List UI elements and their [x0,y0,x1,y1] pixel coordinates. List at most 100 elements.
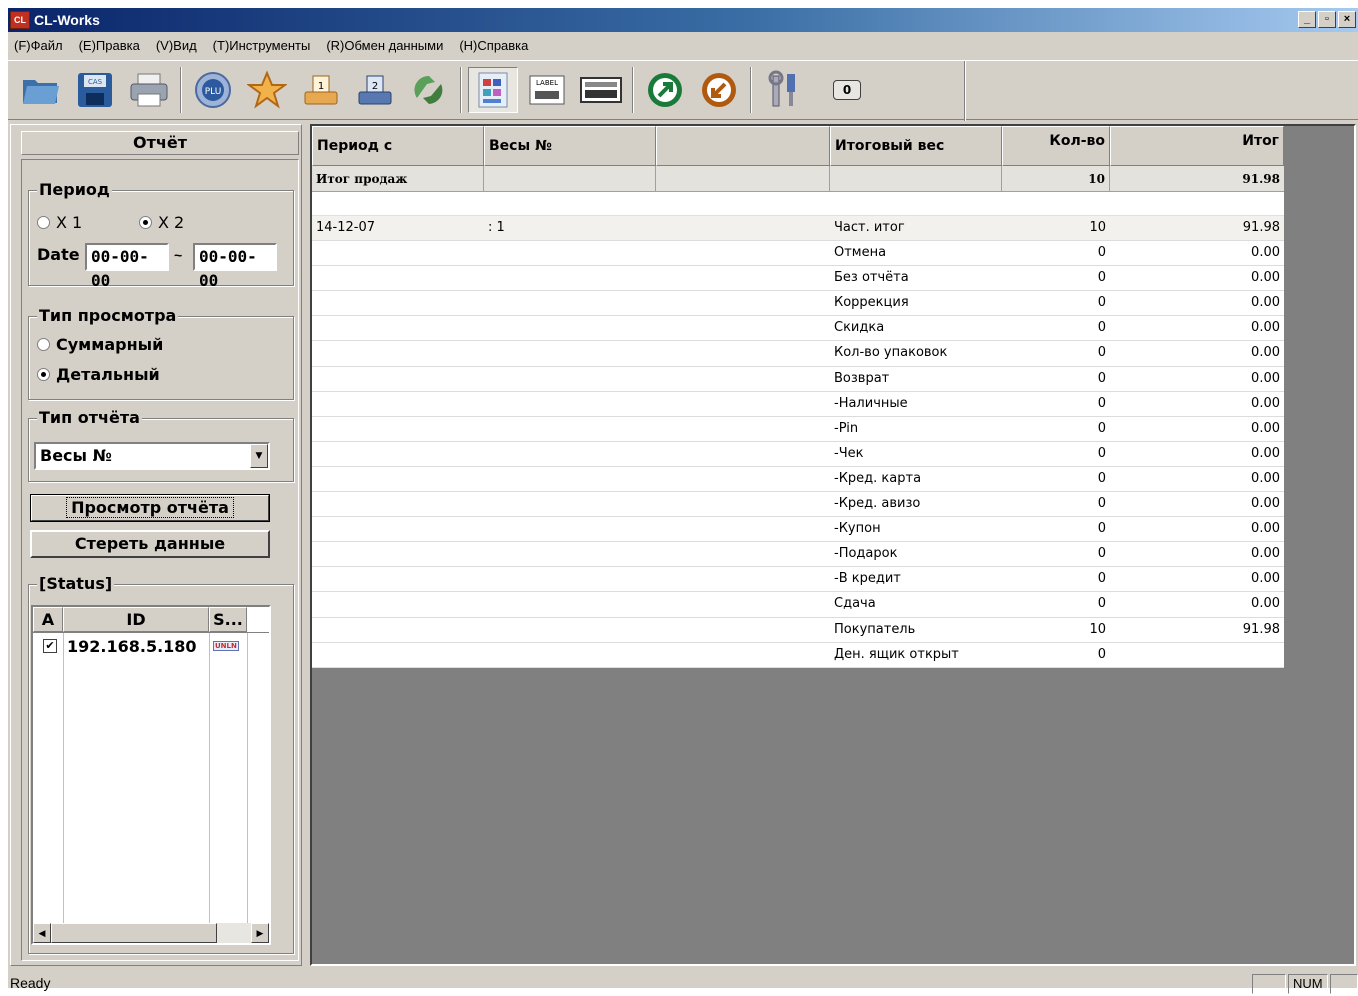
sales-total-row[interactable]: Итог продаж 10 91.98 [312,166,1284,192]
minimize-button[interactable]: _ [1298,11,1316,28]
view-summary-radio[interactable]: Суммарный [37,335,163,354]
cell-name: -Наличные [834,395,908,411]
col-id-header[interactable]: ID [63,607,209,632]
open-folder-button[interactable] [16,67,66,113]
plu-button[interactable]: PLU [188,67,238,113]
col-qty-header[interactable]: Кол-во [1002,126,1110,166]
cell-total: 0.00 [1251,345,1280,361]
cell-qty: 0 [1097,295,1106,311]
table-row[interactable]: Скидка 0 0.00 [312,316,1284,342]
menu-help[interactable]: (H)Справка [459,34,528,58]
menu-view[interactable]: (V)Вид [156,34,197,58]
cell-period [312,417,484,441]
col-s-header[interactable]: S... [209,607,247,632]
col-total-weight-header[interactable]: Итоговый вес [830,126,1002,166]
report-grid[interactable]: Период с Весы № Итоговый вес Кол-во Итог… [312,126,1284,668]
cell-period [312,367,484,391]
cell-name: Без отчёта [834,270,909,286]
menu-tools[interactable]: (T)Инструменты [213,34,311,58]
table-row[interactable]: -Чек 0 0.00 [312,442,1284,467]
table-row[interactable]: Ден. ящик открыт 0 [312,643,1284,668]
col-scale-header[interactable]: Весы № [484,126,656,166]
list-item[interactable]: ✔ 192.168.5.180 UNLN [33,635,239,657]
period-x2-radio[interactable]: X 2 [139,213,184,232]
cell-name: -Купон [834,521,881,537]
cell-qty: 0 [1097,270,1106,286]
cell-qty: 0 [1097,245,1106,261]
cas-label: CAS [88,78,103,86]
status-group: [Status] A ID S... ✔ 192.168.5.180 UNLN [28,574,294,954]
table-row[interactable]: Отмена 0 0.00 [312,241,1284,267]
checkbox-checked[interactable]: ✔ [43,639,57,653]
table-row[interactable]: -Кред. карта 0 0.00 [312,467,1284,493]
table-row[interactable]: -В кредит 0 0.00 [312,567,1284,593]
app-icon[interactable]: CL [10,11,30,29]
table-row[interactable]: -Pin 0 0.00 [312,417,1284,442]
scale-1-button[interactable]: 1 [296,67,346,113]
table-row[interactable]: Сдача 0 0.00 [312,592,1284,618]
table-row[interactable]: Кол-во упаковок 0 0.00 [312,341,1284,367]
cell-total: 0.00 [1251,596,1280,612]
cell-empty [656,367,830,391]
view-report-button[interactable]: Просмотр отчёта [30,494,270,522]
menu-edit[interactable]: (E)Правка [79,34,140,58]
col-total-header[interactable]: Итог [1110,126,1284,166]
cell-period [312,542,484,566]
cell-qty: 0 [1097,420,1106,436]
clear-data-button[interactable]: Стереть данные [30,530,270,558]
chevron-down-icon[interactable]: ▼ [250,444,268,468]
menu-data-exchange[interactable]: (R)Обмен данными [326,34,443,58]
scroll-thumb[interactable] [51,923,217,943]
table-row[interactable]: 14-12-07: 1 Част. итог 10 91.98 [312,216,1284,242]
table-row[interactable]: -Подарок 0 0.00 [312,542,1284,568]
restore-button[interactable]: ▫ [1318,11,1336,28]
cell-empty [656,592,830,616]
label-button[interactable]: LABEL [522,67,572,113]
scroll-right-icon[interactable]: ▶ [251,923,269,943]
col-period-header[interactable]: Период с [312,126,484,166]
panel-title: Отчёт [21,131,299,155]
svg-text:2: 2 [372,81,378,92]
cell-empty [656,241,830,265]
view-detailed-radio[interactable]: Детальный [37,365,160,384]
print-button[interactable] [124,67,174,113]
send-button[interactable] [640,67,690,113]
table-row[interactable]: Покупатель 10 91.98 [312,618,1284,643]
cell-qty: 0 [1097,646,1106,662]
keyboard-button[interactable] [576,67,626,113]
view-detailed-label: Детальный [56,365,160,384]
recycle-button[interactable] [404,67,454,113]
horizontal-scrollbar[interactable]: ◀ ▶ [33,923,269,943]
date-from-input[interactable]: 00-00-00 [85,243,169,290]
close-button[interactable]: × [1338,11,1356,28]
receive-button[interactable] [694,67,744,113]
cell-period [312,341,484,365]
col-empty-header[interactable] [656,126,830,166]
table-row[interactable]: Без отчёта 0 0.00 [312,266,1284,292]
status-bar: Ready NUM [8,970,1358,996]
cell-empty [656,291,830,315]
col-a-header[interactable]: A [33,607,63,632]
cell-qty: 0 [1097,370,1106,386]
scale-2-button[interactable]: 2 [350,67,400,113]
report-type-select[interactable]: Весы № ▼ [34,442,270,470]
scroll-left-icon[interactable]: ◀ [33,923,51,943]
table-row[interactable]: -Купон 0 0.00 [312,517,1284,543]
status-list[interactable]: A ID S... ✔ 192.168.5.180 UNLN ◀ ▶ [31,605,271,945]
table-row[interactable]: -Кред. авизо 0 0.00 [312,492,1284,518]
cell-qty: 0 [1097,395,1106,411]
table-row[interactable]: Возврат 0 0.00 [312,367,1284,392]
table-row[interactable]: Коррекция 0 0.00 [312,291,1284,317]
tools-button[interactable] [758,67,808,113]
favorite-button[interactable] [242,67,292,113]
title-bar[interactable]: CL CL-Works _ ▫ × [8,8,1358,32]
cell-total: 0.00 [1251,370,1280,386]
save-scale-button[interactable]: CAS [70,67,120,113]
date-to-input[interactable]: 00-00-00 [193,243,277,290]
report-button[interactable] [468,67,518,113]
view-summary-label: Суммарный [56,335,164,354]
menu-file[interactable]: (F)Файл [14,34,63,58]
period-x1-radio[interactable]: X 1 [37,213,82,232]
table-row[interactable]: -Наличные 0 0.00 [312,392,1284,417]
cell-scale [484,643,656,667]
